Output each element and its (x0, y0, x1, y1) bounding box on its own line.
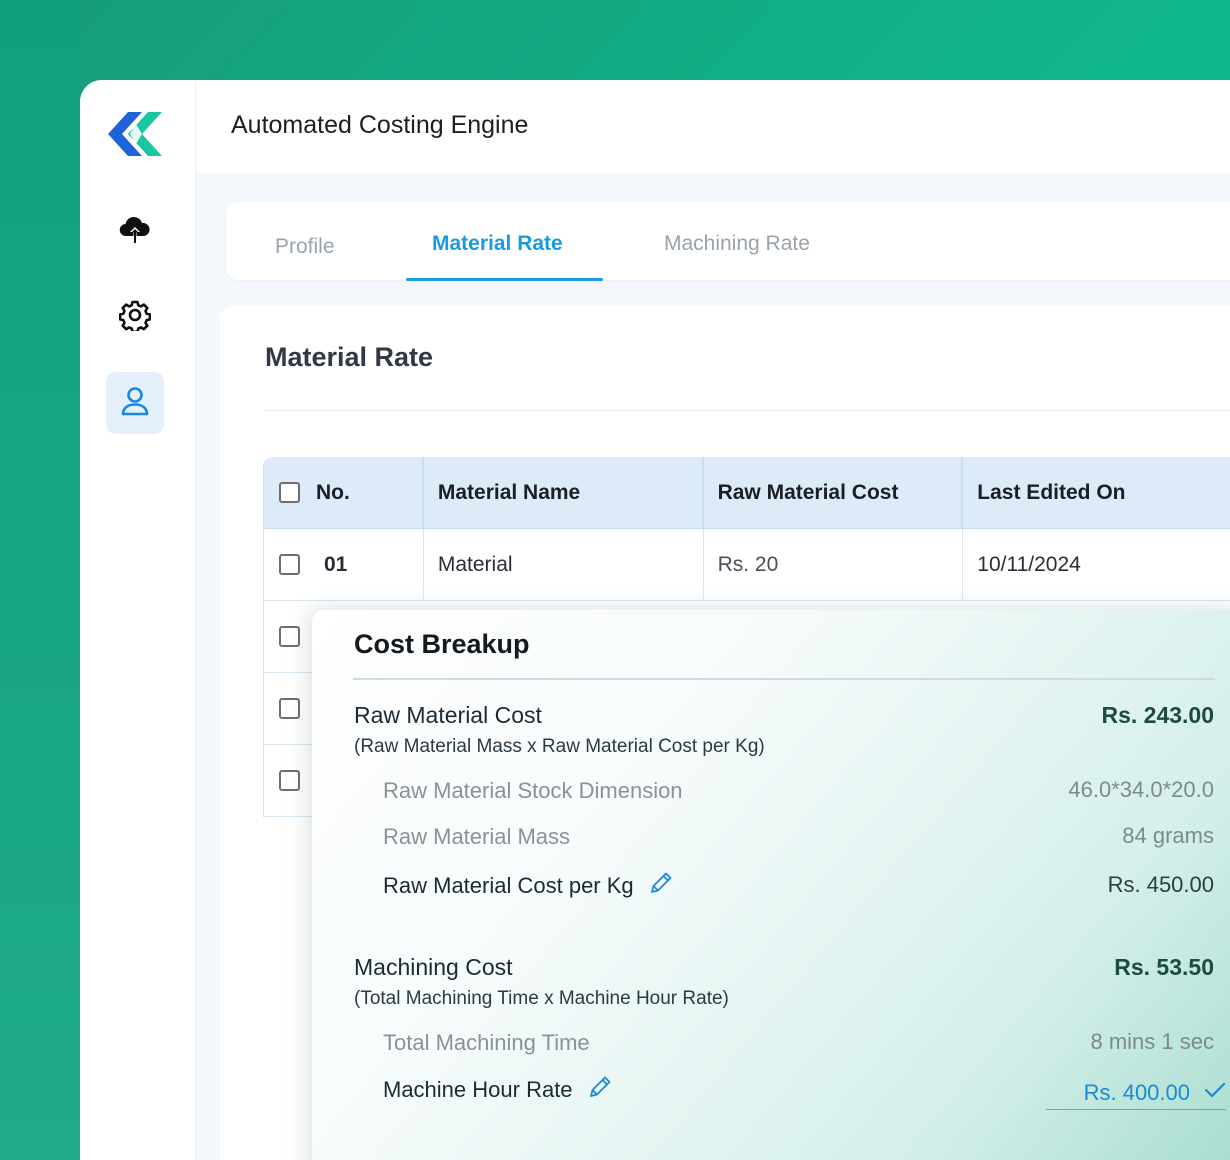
table-header: No. Material Name Raw Material Cost Last… (264, 457, 1230, 529)
cost-per-kg-label: Raw Material Cost per Kg (383, 870, 674, 902)
machining-cost-formula: (Total Machining Time x Machine Hour Rat… (354, 988, 729, 1009)
cost-per-kg-value: Rs. 450.00 (1107, 872, 1214, 897)
user-icon (120, 385, 150, 422)
logo (108, 110, 170, 158)
cell-no (264, 673, 314, 744)
stock-dimension-label: Raw Material Stock Dimension (383, 778, 683, 804)
stock-dimension-value: 46.0*34.0*20.0 (1068, 777, 1214, 802)
active-tab-indicator (406, 278, 603, 281)
machine-hour-rate-value: Rs. 400.00 (1083, 1079, 1190, 1105)
section-title: Material Rate (265, 342, 434, 372)
header-last-edited-on[interactable]: Last Edited On (963, 457, 1230, 528)
background-left-strip (0, 0, 80, 1160)
cell-no: 01 (264, 529, 424, 600)
total-machining-time-label: Total Machining Time (383, 1030, 590, 1056)
machine-hour-rate-input[interactable]: Rs. 400.00 (1046, 1076, 1226, 1110)
machine-hour-rate-text: Machine Hour Rate (383, 1077, 573, 1102)
row-checkbox[interactable] (279, 554, 300, 575)
tab-machining-rate[interactable]: Machining Rate (664, 232, 810, 256)
tab-material-rate[interactable]: Material Rate (432, 232, 563, 256)
app-title: Automated Costing Engine (231, 111, 529, 139)
header-raw-material-cost[interactable]: Raw Material Cost (704, 457, 964, 528)
tab-bar: Profile Material Rate Machining Rate (226, 202, 1230, 281)
raw-material-mass-label: Raw Material Mass (383, 824, 570, 850)
check-icon[interactable] (1204, 1081, 1226, 1104)
cost-breakup-panel: Cost Breakup Raw Material Cost Rs. 243.0… (312, 610, 1230, 1160)
cloud-upload-icon (119, 215, 151, 250)
cell-no (264, 601, 314, 672)
row-number: 01 (324, 552, 348, 576)
cell-last-edited-on: 10/11/2024 (977, 552, 1081, 576)
pencil-icon[interactable] (587, 1074, 613, 1106)
cost-breakup-title: Cost Breakup (354, 629, 530, 659)
header-no-label: No. (316, 480, 350, 504)
sidebar-item-profile[interactable] (106, 372, 164, 434)
sidebar-item-upload[interactable] (106, 201, 164, 263)
pencil-icon[interactable] (648, 870, 674, 902)
top-bar: Automated Costing Engine (196, 80, 1230, 173)
row-checkbox[interactable] (279, 770, 300, 791)
cell-no (264, 745, 314, 816)
machine-hour-rate-label: Machine Hour Rate (383, 1074, 613, 1106)
cost-breakup-divider (353, 678, 1215, 680)
cost-per-kg-text: Raw Material Cost per Kg (383, 873, 634, 898)
raw-material-cost-total: Rs. 243.00 (1101, 702, 1214, 728)
total-machining-time-value: 8 mins 1 sec (1090, 1029, 1215, 1054)
row-checkbox[interactable] (279, 698, 300, 719)
gear-icon (118, 299, 152, 336)
table-row[interactable] (264, 601, 314, 673)
raw-material-mass-value: 84 grams (1122, 823, 1214, 848)
raw-material-cost-heading: Raw Material Cost (354, 702, 542, 728)
section-divider (264, 410, 1230, 411)
header-no: No. (264, 457, 424, 528)
raw-material-mass-text: Raw Material Mass (383, 824, 571, 849)
sidebar (80, 80, 196, 1160)
table-row[interactable] (264, 745, 314, 817)
sidebar-item-settings[interactable] (106, 286, 164, 348)
machining-cost-total: Rs. 53.50 (1114, 954, 1214, 980)
raw-material-cost-formula: (Raw Material Mass x Raw Material Cost p… (354, 736, 765, 757)
table-row[interactable] (264, 673, 314, 745)
row-checkbox[interactable] (279, 626, 300, 647)
cell-raw-material-cost: Rs. 20 (704, 529, 964, 600)
stock-dimension-text: Raw Material Stock Dimension (383, 778, 683, 803)
select-all-checkbox[interactable] (279, 482, 300, 503)
machining-cost-heading: Machining Cost (354, 954, 513, 980)
total-machining-time-text: Total Machining Time (383, 1030, 590, 1055)
tab-profile[interactable]: Profile (275, 235, 335, 259)
cell-material-name: Material (424, 529, 704, 600)
table-row[interactable]: 01 Material Rs. 20 10/11/2024 (264, 529, 1230, 601)
header-material-name[interactable]: Material Name (424, 457, 704, 528)
